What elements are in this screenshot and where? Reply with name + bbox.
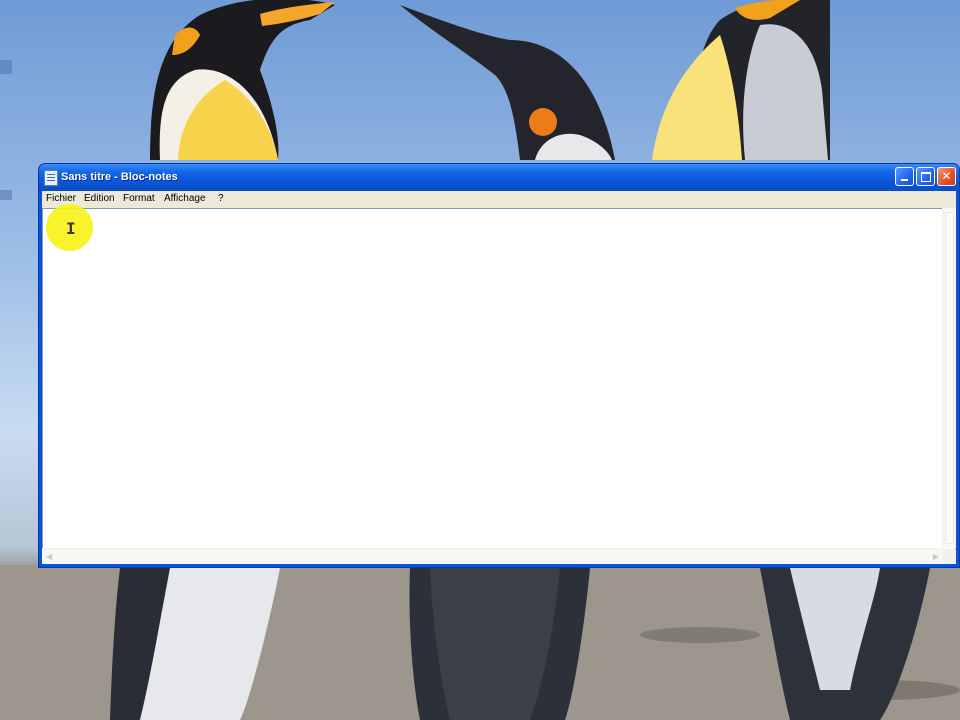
notepad-icon[interactable] <box>44 170 58 186</box>
notepad-window[interactable]: Sans titre - Bloc-notes ✕ Fichier Editio… <box>38 163 960 568</box>
close-icon: ✕ <box>941 169 952 183</box>
maximize-icon <box>921 172 931 182</box>
menu-format[interactable]: Format <box>123 193 155 204</box>
title-bar[interactable]: Sans titre - Bloc-notes ✕ <box>39 164 959 191</box>
menu-edition[interactable]: Edition <box>84 193 115 204</box>
menu-affichage[interactable]: Affichage <box>164 193 206 204</box>
window-title: Sans titre - Bloc-notes <box>61 171 178 183</box>
text-editor-area[interactable] <box>42 208 956 564</box>
maximize-button[interactable] <box>916 167 935 186</box>
menu-fichier[interactable]: Fichier <box>46 193 76 204</box>
minimize-icon <box>901 179 908 181</box>
menu-help[interactable]: ? <box>218 193 224 204</box>
close-button[interactable]: ✕ <box>937 167 956 186</box>
minimize-button[interactable] <box>895 167 914 186</box>
text-cursor-icon: I <box>66 219 76 238</box>
menu-bar: Fichier Edition Format Affichage ? <box>42 191 956 208</box>
